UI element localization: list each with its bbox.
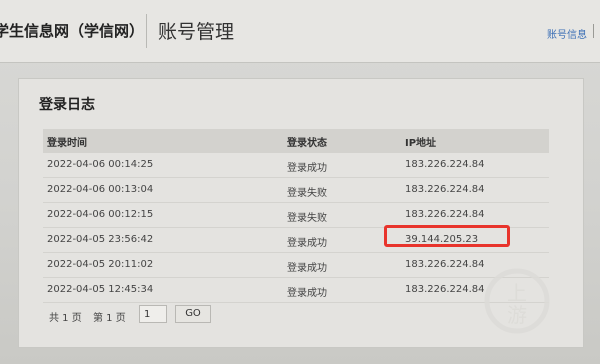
watermark-char-1: 上 bbox=[507, 281, 527, 305]
login-ip: 183.226.224.84 bbox=[405, 209, 485, 220]
login-status: 登录失败 bbox=[287, 213, 327, 224]
header-divider bbox=[146, 14, 147, 48]
login-time: 2022-04-05 23:56:42 bbox=[47, 234, 154, 245]
top-header: 学生信息网（学信网） 账号管理 账号信息 bbox=[0, 0, 600, 63]
column-header-time: 登录时间 bbox=[47, 138, 87, 149]
table-row: 2022-04-05 20:11:02 登录成功 183.226.224.84 bbox=[43, 253, 549, 278]
login-time: 2022-04-05 12:45:34 bbox=[47, 284, 154, 295]
login-time: 2022-04-06 00:12:15 bbox=[47, 209, 154, 220]
login-status: 登录成功 bbox=[287, 263, 327, 274]
login-time: 2022-04-06 00:13:04 bbox=[47, 184, 154, 195]
highlight-annotation bbox=[384, 225, 510, 247]
site-title[interactable]: 学生信息网（学信网） bbox=[0, 20, 144, 41]
page-number-input[interactable]: 1 bbox=[139, 305, 167, 323]
page-heading: 账号管理 bbox=[158, 21, 235, 43]
table-row: 2022-04-05 12:45:34 登录成功 183.226.224.84 bbox=[43, 278, 549, 303]
section-title: 登录日志 bbox=[39, 97, 95, 113]
table-header: 登录时间 登录状态 IP地址 bbox=[43, 129, 549, 153]
column-header-status: 登录状态 bbox=[287, 138, 327, 149]
table-row: 2022-04-06 00:13:04 登录失败 183.226.224.84 bbox=[43, 178, 549, 203]
login-status: 登录成功 bbox=[287, 163, 327, 174]
current-page-text: 第 1 页 bbox=[93, 313, 126, 324]
login-ip: 183.226.224.84 bbox=[405, 184, 485, 195]
column-header-ip: IP地址 bbox=[405, 138, 437, 149]
login-status: 登录成功 bbox=[287, 288, 327, 299]
login-ip: 183.226.224.84 bbox=[405, 284, 485, 295]
go-button[interactable]: GO bbox=[175, 305, 211, 323]
header-separator bbox=[593, 24, 594, 38]
login-time: 2022-04-05 20:11:02 bbox=[47, 259, 154, 270]
login-ip: 183.226.224.84 bbox=[405, 159, 485, 170]
watermark-logo: 上 游 bbox=[484, 268, 550, 334]
total-pages-text: 共 1 页 bbox=[49, 313, 82, 324]
screen: 学生信息网（学信网） 账号管理 账号信息 登录日志 登录时间 登录状态 IP地址… bbox=[0, 0, 600, 364]
login-time: 2022-04-06 00:14:25 bbox=[47, 159, 154, 170]
watermark-char-2: 游 bbox=[507, 303, 527, 327]
account-info-link[interactable]: 账号信息 bbox=[547, 26, 587, 41]
table-row: 2022-04-06 00:14:25 登录成功 183.226.224.84 bbox=[43, 153, 549, 178]
pagination: 共 1 页 第 1 页 1 GO bbox=[49, 305, 349, 325]
login-log-table: 登录时间 登录状态 IP地址 2022-04-06 00:14:25 登录成功 … bbox=[43, 129, 549, 303]
login-status: 登录失败 bbox=[287, 188, 327, 199]
login-status: 登录成功 bbox=[287, 238, 327, 249]
login-ip: 183.226.224.84 bbox=[405, 259, 485, 270]
